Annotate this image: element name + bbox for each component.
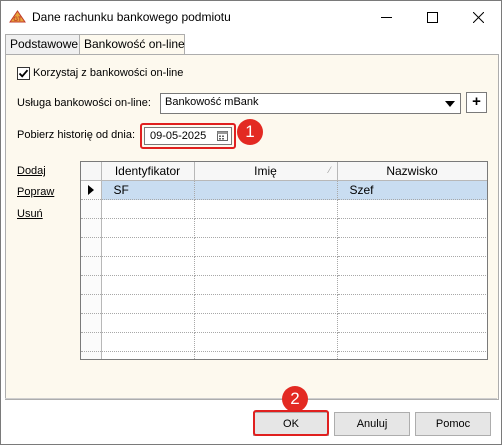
history-label: Pobierz historię od dnia: [17, 129, 136, 141]
empty-row [81, 256, 487, 276]
checkmark-icon [18, 69, 29, 78]
empty-row [81, 294, 487, 314]
maximize-button[interactable] [409, 1, 455, 33]
delete-link[interactable]: Usuń [17, 208, 43, 220]
table-row[interactable]: SF Szef [81, 180, 487, 200]
dialog-window: GT Dane rachunku bankowego podmiotu Pods… [0, 0, 502, 445]
close-icon [472, 11, 484, 23]
help-button[interactable]: Pomoc [415, 412, 491, 436]
empty-row [81, 218, 487, 238]
add-link[interactable]: Dodaj [17, 165, 46, 177]
highlight-ok-box [253, 410, 329, 436]
empty-row [81, 275, 487, 295]
add-service-button[interactable]: + [466, 92, 487, 113]
use-online-label: Korzystaj z bankowości on-line [33, 67, 184, 79]
empty-row [81, 351, 487, 359]
maximize-icon [426, 11, 438, 23]
close-button[interactable] [455, 1, 501, 33]
use-online-checkbox[interactable] [17, 67, 30, 80]
tab-bankowosc-online[interactable]: Bankowość on-line [79, 34, 185, 56]
service-select[interactable]: Bankowość mBank [160, 93, 461, 114]
service-label: Usługa bankowości on-line: [17, 97, 151, 109]
cell-identyfikator[interactable]: SF [101, 180, 195, 200]
column-header-identyfikator[interactable]: Identyfikator [101, 162, 195, 181]
empty-row [81, 332, 487, 352]
empty-row [81, 237, 487, 257]
row-indicator [81, 180, 102, 200]
svg-text:GT: GT [13, 17, 22, 23]
app-logo-icon: GT [9, 9, 26, 24]
grid-header-indicator [81, 162, 102, 181]
cell-imie[interactable] [194, 180, 338, 200]
empty-row [81, 313, 487, 333]
window-title: Dane rachunku bankowego podmiotu [32, 10, 231, 24]
minimize-icon [380, 16, 392, 18]
footer-divider [5, 398, 497, 399]
annotation-badge-1: 1 [237, 119, 263, 145]
sort-indicator-icon: ⁄ [328, 165, 331, 175]
column-header-nazwisko[interactable]: Nazwisko [337, 162, 487, 181]
column-header-imie[interactable]: Imię ⁄ [194, 162, 338, 181]
service-value: Bankowość mBank [165, 96, 259, 108]
cancel-button[interactable]: Anuluj [334, 412, 410, 436]
persons-grid[interactable]: Identyfikator Imię ⁄ Nazwisko SF Szef [80, 161, 488, 360]
title-bar[interactable]: GT Dane rachunku bankowego podmiotu [1, 1, 501, 33]
grid-header-row: Identyfikator Imię ⁄ Nazwisko [81, 162, 487, 181]
highlight-date-box [140, 123, 236, 149]
current-row-arrow-icon [87, 185, 94, 195]
annotation-badge-2: 2 [282, 386, 308, 412]
tab-podstawowe[interactable]: Podstawowe [5, 34, 81, 55]
cell-nazwisko[interactable]: Szef [337, 180, 487, 200]
minimize-button[interactable] [363, 1, 409, 33]
edit-link[interactable]: Popraw [17, 186, 54, 198]
dropdown-arrow-icon[interactable] [445, 101, 455, 107]
empty-row [81, 199, 487, 219]
